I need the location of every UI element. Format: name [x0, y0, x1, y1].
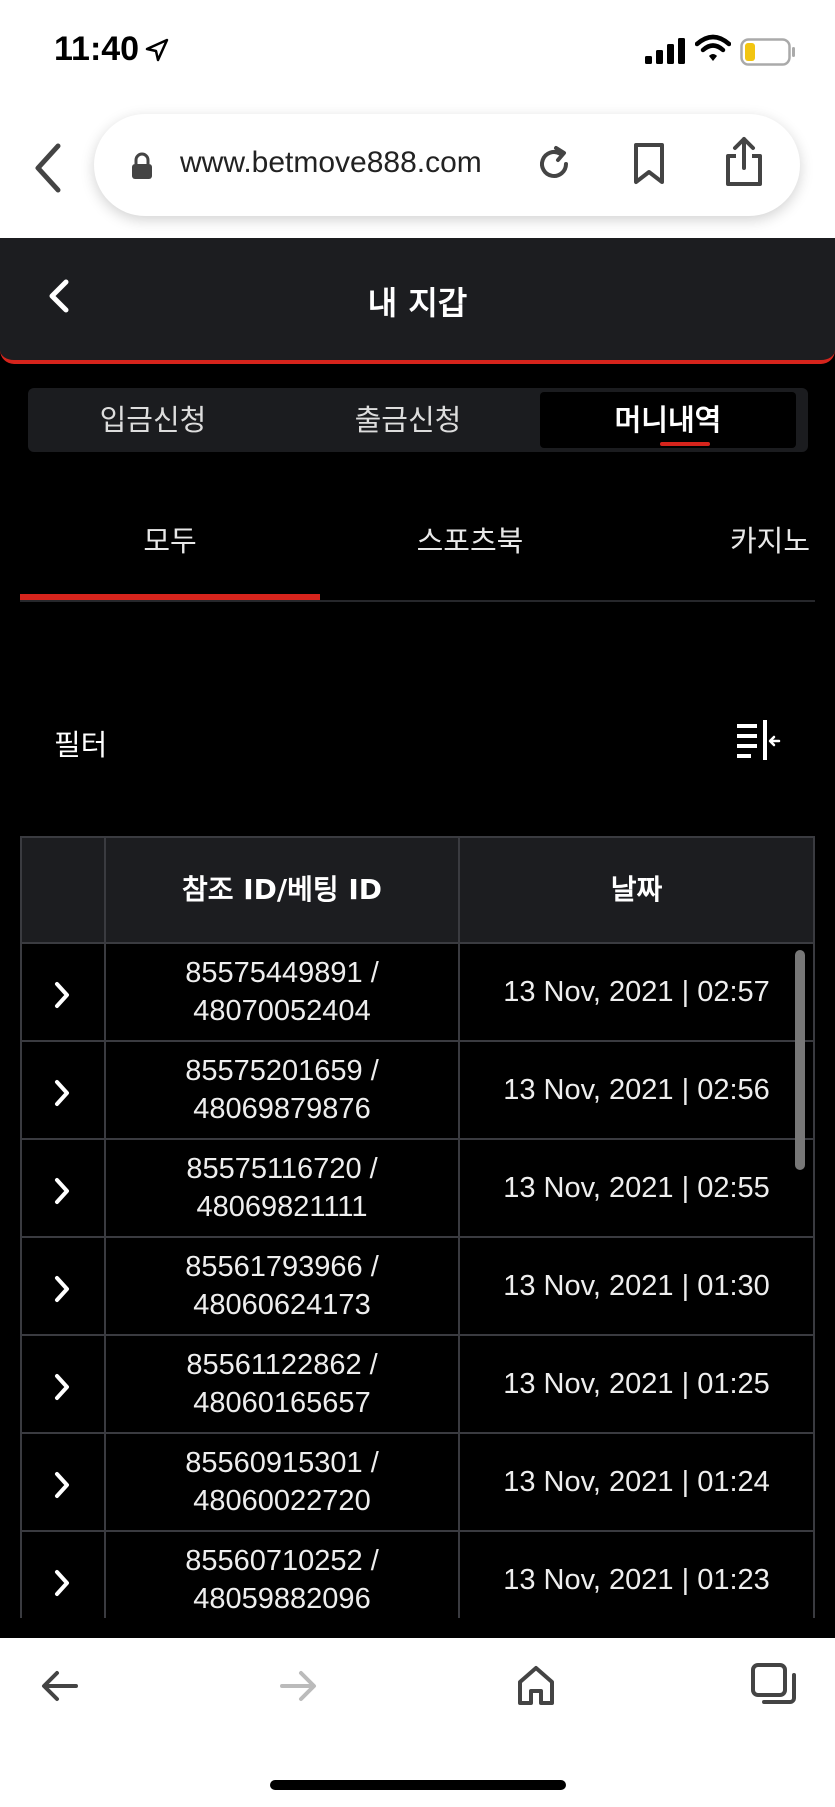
- date-cell: 13 Nov, 2021 | 01:30: [458, 1236, 815, 1336]
- table-row[interactable]: 85561122862 / 48060165657 13 Nov, 2021 | …: [20, 1334, 815, 1434]
- tab-withdraw[interactable]: 출금신청: [283, 392, 533, 448]
- chevron-right-icon: [55, 1276, 69, 1302]
- reload-icon[interactable]: [534, 144, 574, 184]
- header-expand-column: [20, 836, 106, 944]
- date-cell: 13 Nov, 2021 | 01:25: [458, 1334, 815, 1434]
- cellular-signal-icon: [645, 38, 685, 64]
- row-expand-cell[interactable]: [20, 1138, 106, 1238]
- row-expand-cell[interactable]: [20, 1334, 106, 1434]
- bet-id: 48069879876: [193, 1093, 371, 1125]
- row-expand-cell[interactable]: [20, 942, 106, 1042]
- ref-id-cell: 85575201659 / 48069879876: [104, 1040, 460, 1140]
- chevron-right-icon: [55, 1374, 69, 1400]
- bookmark-icon[interactable]: [632, 142, 666, 186]
- table-row[interactable]: 85575449891 / 48070052404 13 Nov, 2021 | …: [20, 942, 815, 1042]
- status-time: 11:40: [54, 30, 140, 68]
- ref-id-cell: 85561122862 / 48060165657: [104, 1334, 460, 1434]
- date-cell: 13 Nov, 2021 | 01:23: [458, 1530, 815, 1618]
- browser-toolbar: www.betmove888.com: [0, 110, 835, 238]
- ref-id-cell: 85575116720 / 48069821111: [104, 1138, 460, 1238]
- app-header: 내 지갑: [0, 238, 835, 364]
- table-row[interactable]: 85575201659 / 48069879876 13 Nov, 2021 | …: [20, 1040, 815, 1140]
- row-expand-cell[interactable]: [20, 1432, 106, 1532]
- chevron-right-icon: [55, 1080, 69, 1106]
- chevron-right-icon: [55, 1570, 69, 1596]
- filter-toggle-icon[interactable]: [735, 720, 781, 760]
- browser-back-icon[interactable]: [28, 138, 68, 198]
- ref-id: 85561122862 /: [186, 1349, 378, 1381]
- row-expand-cell[interactable]: [20, 1530, 106, 1618]
- nav-forward-arrow-icon[interactable]: [278, 1668, 318, 1704]
- row-expand-cell[interactable]: [20, 1040, 106, 1140]
- bet-id: 48070052404: [193, 995, 371, 1027]
- category-tabs: 모두 스포츠북 카지노: [20, 500, 815, 602]
- tab-money-history-label: 머니내역: [614, 403, 722, 437]
- browser-bottom-bar: [0, 1638, 835, 1807]
- ref-id: 85575116720 /: [186, 1153, 378, 1185]
- ref-id: 85560710252 /: [185, 1545, 379, 1577]
- status-bar: 11:40: [0, 0, 835, 110]
- tab-deposit[interactable]: 입금신청: [28, 392, 278, 448]
- row-expand-cell[interactable]: [20, 1236, 106, 1336]
- ref-id-cell: 85575449891 / 48070052404: [104, 942, 460, 1042]
- location-arrow-icon: [145, 38, 169, 62]
- battery-low-icon: [740, 38, 795, 66]
- wallet-tabs: 입금신청 출금신청 머니내역: [28, 388, 808, 452]
- tab-sportsbook[interactable]: 스포츠북: [320, 518, 620, 568]
- ref-id: 85575449891 /: [185, 957, 379, 989]
- active-category-indicator: [20, 594, 320, 600]
- url-text: www.betmove888.com: [180, 146, 482, 179]
- wifi-icon: [695, 34, 731, 61]
- table-row[interactable]: 85560710252 / 48059882096 13 Nov, 2021 | …: [20, 1530, 815, 1618]
- home-icon[interactable]: [516, 1664, 556, 1706]
- header-date: 날짜: [458, 836, 815, 944]
- chevron-right-icon: [55, 1472, 69, 1498]
- tabs-overview-icon[interactable]: [750, 1662, 798, 1708]
- history-table: 참조 ID/베팅 ID 날짜 85575449891 / 48070052404 …: [20, 836, 815, 1618]
- bet-id: 48060022720: [193, 1485, 371, 1517]
- ref-id: 85560915301 /: [185, 1447, 379, 1479]
- header-ref-id: 참조 ID/베팅 ID: [104, 836, 460, 944]
- share-icon[interactable]: [724, 136, 764, 188]
- chevron-right-icon: [55, 1178, 69, 1204]
- ref-id-cell: 85560710252 / 48059882096: [104, 1530, 460, 1618]
- address-bar[interactable]: www.betmove888.com: [94, 114, 800, 216]
- date-cell: 13 Nov, 2021 | 02:57: [458, 942, 815, 1042]
- bet-id: 48060165657: [193, 1387, 371, 1419]
- tab-casino[interactable]: 카지노: [620, 518, 815, 568]
- chevron-right-icon: [55, 982, 69, 1008]
- ref-id-cell: 85560915301 / 48060022720: [104, 1432, 460, 1532]
- table-row[interactable]: 85575116720 / 48069821111 13 Nov, 2021 | …: [20, 1138, 815, 1238]
- ref-id-cell: 85561793966 / 48060624173: [104, 1236, 460, 1336]
- ref-id: 85561793966 /: [185, 1251, 379, 1283]
- tab-money-history[interactable]: 머니내역: [540, 392, 796, 448]
- table-row[interactable]: 85561793966 / 48060624173 13 Nov, 2021 | …: [20, 1236, 815, 1336]
- date-cell: 13 Nov, 2021 | 01:24: [458, 1432, 815, 1532]
- bet-id: 48060624173: [193, 1289, 371, 1321]
- bet-id: 48069821111: [196, 1191, 368, 1223]
- table-scrollbar[interactable]: [795, 950, 805, 1170]
- nav-back-arrow-icon[interactable]: [40, 1668, 80, 1704]
- table-row[interactable]: 85560915301 / 48060022720 13 Nov, 2021 | …: [20, 1432, 815, 1532]
- home-indicator: [270, 1780, 566, 1790]
- lock-icon: [132, 152, 152, 179]
- tab-all[interactable]: 모두: [20, 518, 320, 568]
- date-cell: 13 Nov, 2021 | 02:56: [458, 1040, 815, 1140]
- active-tab-underline: [660, 442, 710, 446]
- ref-id: 85575201659 /: [185, 1055, 379, 1087]
- filter-label: 필터: [54, 728, 108, 762]
- page-title: 내 지갑: [367, 284, 468, 322]
- date-cell: 13 Nov, 2021 | 02:55: [458, 1138, 815, 1238]
- bet-id: 48059882096: [193, 1583, 371, 1615]
